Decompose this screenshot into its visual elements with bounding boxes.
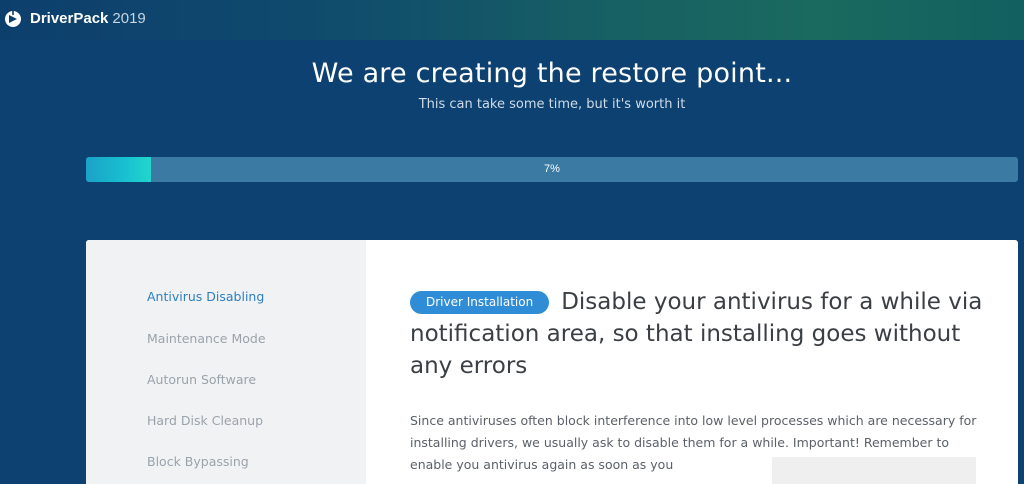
- restore-progress-bar: 7%: [86, 157, 1018, 182]
- page-title: We are creating the restore point...: [311, 58, 793, 89]
- app-title: DriverPack 2019: [30, 10, 146, 27]
- steps-sidebar: Antivirus Disabling Maintenance Mode Aut…: [86, 240, 366, 484]
- title-bar: DriverPack 2019: [0, 0, 1024, 40]
- sidebar-item-antivirus-disabling[interactable]: Antivirus Disabling: [147, 289, 264, 304]
- page-subtitle: This can take some time, but it's worth …: [418, 97, 686, 112]
- sidebar-item-maintenance-mode[interactable]: Maintenance Mode: [147, 331, 266, 346]
- info-panel: Antivirus Disabling Maintenance Mode Aut…: [86, 240, 1018, 484]
- redacted-area: [772, 457, 976, 484]
- step-heading: Driver Installation Disable your antiviru…: [410, 286, 990, 382]
- app-name: DriverPack: [30, 10, 109, 27]
- driverpack-logo-icon: [5, 11, 21, 27]
- progress-label: 7%: [544, 163, 560, 175]
- sidebar-item-block-bypassing[interactable]: Block Bypassing: [147, 454, 249, 469]
- driverpack-window: DriverPack 2019 We are creating the resto…: [0, 0, 1024, 484]
- app-version: 2019: [112, 10, 146, 27]
- category-badge: Driver Installation: [410, 291, 550, 314]
- sidebar-item-autorun-software[interactable]: Autorun Software: [147, 372, 256, 387]
- sidebar-item-hard-disk-cleanup[interactable]: Hard Disk Cleanup: [147, 413, 263, 428]
- step-content: Driver Installation Disable your antiviru…: [410, 286, 990, 476]
